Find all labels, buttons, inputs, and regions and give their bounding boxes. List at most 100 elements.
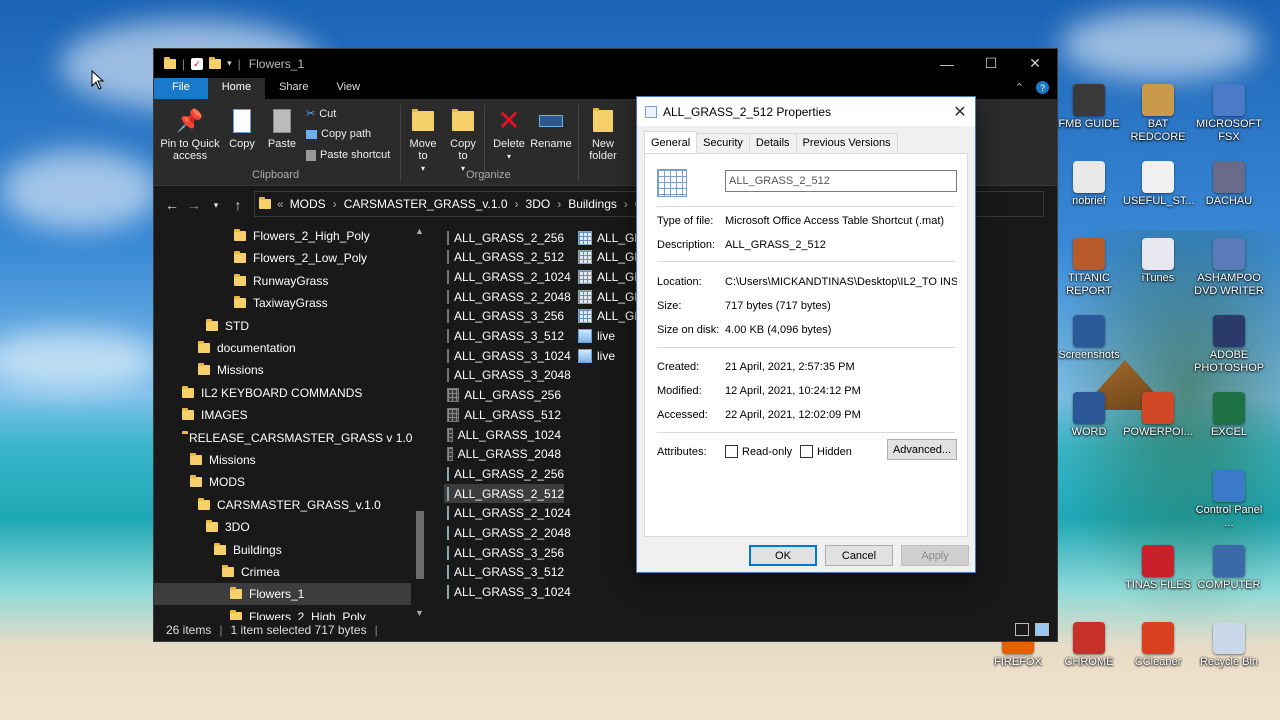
- file-item[interactable]: ALL_GRASS_2_2048: [444, 287, 571, 306]
- apply-button[interactable]: Apply: [901, 545, 969, 566]
- new-folder-quick-icon[interactable]: [209, 56, 222, 69]
- desktop-icon-computer[interactable]: COMPUTER: [1194, 545, 1264, 592]
- pin-to-quick-access-button[interactable]: 📌 Pin to Quick access: [160, 107, 220, 163]
- desktop-icon-recycle-bin[interactable]: Recycle Bin: [1194, 622, 1264, 669]
- file-item[interactable]: ALL_GRASS_2048: [444, 445, 564, 464]
- quick-access-dropdown-icon[interactable]: ▾: [227, 58, 232, 69]
- breadcrumb-item[interactable]: 3DO: [526, 197, 551, 211]
- tree-item[interactable]: Missions: [154, 449, 411, 471]
- dialog-close-button[interactable]: ✕: [945, 97, 975, 126]
- recent-locations-icon[interactable]: ▾: [205, 200, 227, 211]
- tab-details[interactable]: Details: [748, 133, 797, 154]
- tree-item[interactable]: CARSMASTER_GRASS_v.1.0: [154, 494, 411, 516]
- copy-path-button[interactable]: Copy path: [306, 128, 371, 140]
- desktop-icon-excel[interactable]: EXCEL: [1194, 392, 1264, 439]
- tree-item[interactable]: IL2 KEYBOARD COMMANDS: [154, 382, 411, 404]
- cut-button[interactable]: ✂ Cut: [306, 107, 336, 121]
- collapse-ribbon-icon[interactable]: ⌃: [1015, 81, 1024, 94]
- tree-item[interactable]: RunwayGrass: [154, 270, 411, 292]
- tree-item[interactable]: Flowers_1: [154, 583, 411, 606]
- desktop-icon-microsoft-fsx[interactable]: MICROSOFT FSX: [1194, 84, 1264, 144]
- desktop-icon-ashampoo-dvd-writer[interactable]: ASHAMPOO DVD WRITER: [1194, 238, 1264, 298]
- tree-item[interactable]: 3DO: [154, 516, 411, 538]
- paste-button[interactable]: Paste: [264, 107, 300, 150]
- file-item[interactable]: ALL_GRASS_1024: [444, 425, 564, 444]
- tab-file[interactable]: File: [154, 78, 208, 99]
- file-item[interactable]: ALL_GRASS_2_2048: [444, 524, 571, 543]
- tree-item[interactable]: documentation: [154, 337, 411, 359]
- breadcrumb-item[interactable]: Buildings: [568, 197, 617, 211]
- file-item[interactable]: ALL_GRASS_3_1024: [444, 346, 571, 365]
- file-item[interactable]: ALL_GRASS_3_256: [444, 543, 564, 562]
- forward-arrow-icon[interactable]: →: [183, 197, 205, 213]
- nav-pane-scrollbar[interactable]: ▲ ▼: [413, 224, 427, 620]
- tab-general[interactable]: General: [644, 131, 698, 154]
- file-item[interactable]: ALL_GRASS_3_512: [444, 327, 564, 346]
- file-item[interactable]: ALL_GRASS_3_512: [444, 563, 564, 582]
- breadcrumb-item[interactable]: CARSMASTER_GRASS_v.1.0: [344, 197, 508, 211]
- tree-item[interactable]: STD: [154, 315, 411, 337]
- file-item[interactable]: live: [575, 346, 618, 365]
- back-arrow-icon[interactable]: ←: [161, 197, 183, 213]
- paste-shortcut-button[interactable]: Paste shortcut: [306, 149, 390, 161]
- tree-item[interactable]: TaxiwayGrass: [154, 292, 411, 314]
- properties-quick-icon[interactable]: ✓: [191, 57, 204, 70]
- desktop-icon-ccleaner[interactable]: CCleaner: [1123, 622, 1193, 669]
- tree-item[interactable]: MODS: [154, 471, 411, 493]
- desktop-icon-useful-st[interactable]: USEFUL_ST...: [1123, 161, 1195, 208]
- copy-button[interactable]: Copy: [224, 107, 260, 150]
- close-button[interactable]: ✕: [1013, 49, 1057, 78]
- tab-home[interactable]: Home: [207, 78, 266, 99]
- delete-button[interactable]: ✕ Delete ▾: [490, 107, 528, 163]
- desktop-icon-itunes[interactable]: iTunes: [1123, 238, 1193, 285]
- desktop-icon-dachau[interactable]: DACHAU: [1194, 161, 1264, 208]
- desktop-icon-tinas-files[interactable]: TINAS FILES: [1123, 545, 1193, 592]
- copy-to-button[interactable]: Copy to ▾: [446, 107, 480, 175]
- read-only-checkbox[interactable]: Read-only: [725, 445, 792, 458]
- desktop-icon-titanic-report[interactable]: TITANIC REPORT: [1054, 238, 1124, 298]
- desktop-icon-screenshots[interactable]: Screenshots: [1054, 315, 1124, 362]
- file-item[interactable]: ALL_GRASS_3_2048: [444, 366, 571, 385]
- rename-button[interactable]: Rename: [530, 107, 572, 150]
- desktop-icon-adobe-photoshop[interactable]: ADOBE PHOTOSHOP: [1194, 315, 1264, 375]
- file-item[interactable]: ALL_GRASS_2_512: [444, 248, 564, 267]
- file-item[interactable]: ALL_GRASS_256: [444, 386, 564, 405]
- tab-share[interactable]: Share: [265, 78, 322, 99]
- desktop-icon-powerpoi[interactable]: POWERPOI...: [1123, 392, 1193, 439]
- tree-item[interactable]: IMAGES: [154, 404, 411, 426]
- maximize-button[interactable]: ☐: [969, 49, 1013, 78]
- help-icon[interactable]: ?: [1036, 81, 1049, 94]
- desktop-icon-chrome[interactable]: CHROME: [1054, 622, 1124, 669]
- desktop-icon-control-panel[interactable]: Control Panel ...: [1194, 470, 1264, 530]
- tree-item[interactable]: Flowers_2_Low_Poly: [154, 247, 411, 269]
- file-item[interactable]: ALL_GRASS_2_256: [444, 228, 564, 247]
- minimize-button[interactable]: —: [925, 49, 969, 78]
- tree-item[interactable]: Buildings: [154, 539, 411, 561]
- tree-item[interactable]: Flowers_2_High_Poly: [154, 225, 411, 247]
- tree-item[interactable]: Crimea: [154, 561, 411, 583]
- up-arrow-icon[interactable]: ↑: [227, 197, 249, 213]
- hidden-checkbox[interactable]: Hidden: [800, 445, 852, 458]
- details-view-icon[interactable]: [1015, 623, 1029, 636]
- file-item[interactable]: ALL_GRASS_3_1024: [444, 583, 571, 602]
- tab-security[interactable]: Security: [696, 133, 750, 154]
- new-folder-button[interactable]: New folder: [584, 107, 622, 162]
- ok-button[interactable]: OK: [749, 545, 817, 566]
- file-item[interactable]: ALL_GRASS_2_1024: [444, 504, 571, 523]
- desktop-icon-bat-redcore[interactable]: BAT REDCORE: [1123, 84, 1193, 144]
- file-item[interactable]: live: [575, 327, 618, 346]
- file-item[interactable]: ALL_GRASS_3_256: [444, 307, 564, 326]
- tab-view[interactable]: View: [322, 78, 374, 99]
- desktop-icon-fmb-guide[interactable]: FMB GUIDE: [1054, 84, 1124, 131]
- desktop-icon-nobrief[interactable]: nobrief: [1054, 161, 1124, 208]
- file-name-input[interactable]: ALL_GRASS_2_512: [725, 170, 957, 192]
- file-item[interactable]: ALL_GRASS_2_256: [444, 464, 564, 483]
- desktop-icon-word[interactable]: WORD: [1054, 392, 1124, 439]
- tree-item[interactable]: Flowers_2_High_Poly: [154, 606, 411, 620]
- breadcrumb-item[interactable]: MODS: [290, 197, 326, 211]
- file-item[interactable]: ALL_GRASS_512: [444, 405, 564, 424]
- large-icons-view-icon[interactable]: [1035, 623, 1049, 636]
- cancel-button[interactable]: Cancel: [825, 545, 893, 566]
- file-item[interactable]: ALL_GRASS_2_1024: [444, 267, 571, 286]
- move-to-button[interactable]: Move to ▾: [406, 107, 440, 175]
